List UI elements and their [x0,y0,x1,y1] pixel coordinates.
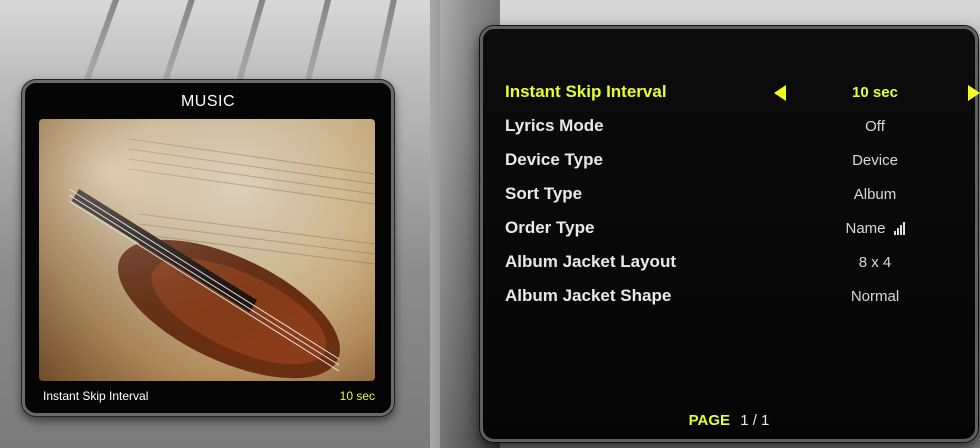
right-arrow-icon[interactable] [968,85,980,101]
menu-item-lyrics-mode[interactable]: Lyrics Mode Off [505,111,953,141]
menu-item-label: Instant Skip Interval [505,82,667,101]
menu-item-album-jacket-shape[interactable]: Album Jacket Shape Normal [505,281,953,311]
menu-item-label: Device Type [505,150,603,169]
menu-item-label: Order Type [505,218,595,237]
menu-item-value: Name [845,219,886,237]
menu-item-label: Album Jacket Layout [505,252,676,271]
menu-item-value: Album [853,185,897,203]
menu-item-value: 8 x 4 [858,253,892,271]
menu-item-value: 10 sec [852,83,898,101]
sort-order-icon [893,221,905,235]
menu-item-album-jacket-layout[interactable]: Album Jacket Layout 8 x 4 [505,247,953,277]
menu-item-device-type[interactable]: Device Type Device [505,145,953,175]
menu-item-value: Device [852,151,898,169]
menu-item-sort-type[interactable]: Sort Type Album [505,179,953,209]
menu-item-label: Album Jacket Shape [505,286,672,305]
menu-item-value: Off [865,117,885,135]
menu-item-value: Normal [850,287,900,305]
preview-setting-label: Instant Skip Interval [43,389,149,403]
preview-title: MUSIC [180,93,236,110]
page-number: 1 / 1 [740,412,770,429]
menu-item-order-type[interactable]: Order Type Name [505,213,953,243]
music-preview-panel: MUSIC Instant Skip Interval 10 sec [22,80,394,416]
preview-setting-value: 10 sec [339,389,375,403]
settings-menu-panel: Instant Skip Interval 10 sec Lyrics Mode… [480,26,980,442]
menu-item-value-selector[interactable]: 10 sec [770,77,980,107]
left-arrow-icon[interactable] [774,85,786,101]
menu-item-label: Sort Type [505,184,583,203]
menu-item-label: Lyrics Mode [505,116,604,135]
menu-item-instant-skip-interval[interactable]: Instant Skip Interval 10 sec [505,77,980,107]
page-indicator: PAGE 1 / 1 [483,412,975,429]
album-art-image [39,119,375,381]
page-label: PAGE [688,412,731,429]
